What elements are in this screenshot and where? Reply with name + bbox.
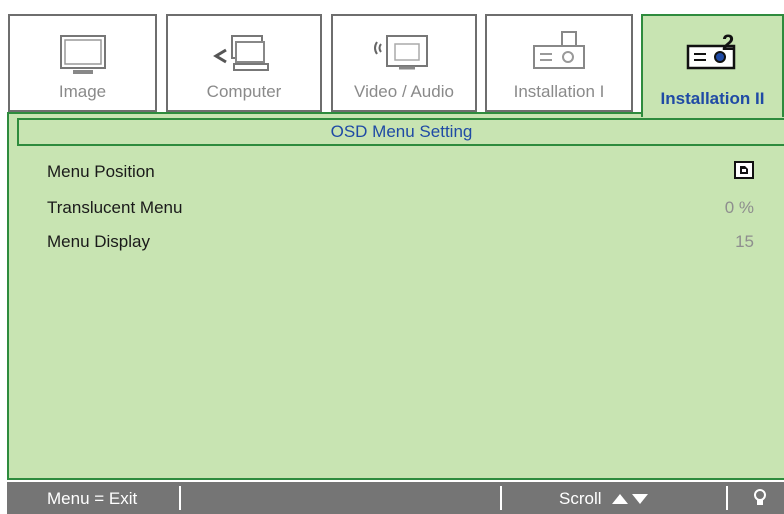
menu-item-menu-position[interactable]: Menu Position [35, 159, 754, 185]
menu-item-menu-display[interactable]: Menu Display 15 [35, 229, 754, 255]
monitor-icon [59, 35, 106, 74]
menu-item-translucent-menu[interactable]: Translucent Menu 0 % [35, 195, 754, 221]
menu-position-icon [734, 161, 754, 179]
scroll-hint: Scroll [559, 489, 650, 509]
video-audio-icon [374, 35, 428, 70]
scroll-arrows-icon [612, 494, 649, 504]
menu-panel: OSD Menu Setting Menu Position Transluce… [7, 112, 784, 480]
tab-label: Installation II [660, 89, 765, 108]
menu-item-label: Translucent Menu [47, 198, 183, 217]
projector-icon [533, 31, 585, 69]
divider [726, 486, 728, 510]
lightbulb-icon [754, 489, 766, 505]
divider [179, 486, 181, 510]
tab-label: Installation I [513, 82, 605, 101]
menu-item-label: Menu Position [47, 162, 155, 181]
divider [500, 486, 502, 510]
menu-exit-hint: Menu = Exit [47, 489, 138, 508]
computer-icon [213, 35, 269, 71]
scroll-label: Scroll [559, 489, 602, 508]
menu-item-value: 0 % [724, 198, 754, 217]
tab-label: Image [58, 82, 107, 101]
tab-installation-1[interactable]: Installation I [485, 14, 633, 112]
tab-video-audio[interactable]: Video / Audio [331, 14, 477, 112]
projector-settings-icon: 2 [686, 30, 735, 70]
tab-label: Video / Audio [354, 82, 454, 101]
tab-computer[interactable]: Computer [166, 14, 322, 112]
svg-text:2: 2 [722, 30, 734, 55]
tab-installation-2[interactable]: 2 Installation II [641, 14, 784, 117]
panel-title: OSD Menu Setting [17, 118, 784, 146]
footer-bar: Menu = Exit Scroll [7, 482, 784, 514]
menu-item-label: Menu Display [47, 232, 150, 251]
tab-label: Computer [206, 82, 282, 101]
menu-item-value: 15 [735, 232, 754, 251]
tab-image[interactable]: Image [8, 14, 157, 112]
